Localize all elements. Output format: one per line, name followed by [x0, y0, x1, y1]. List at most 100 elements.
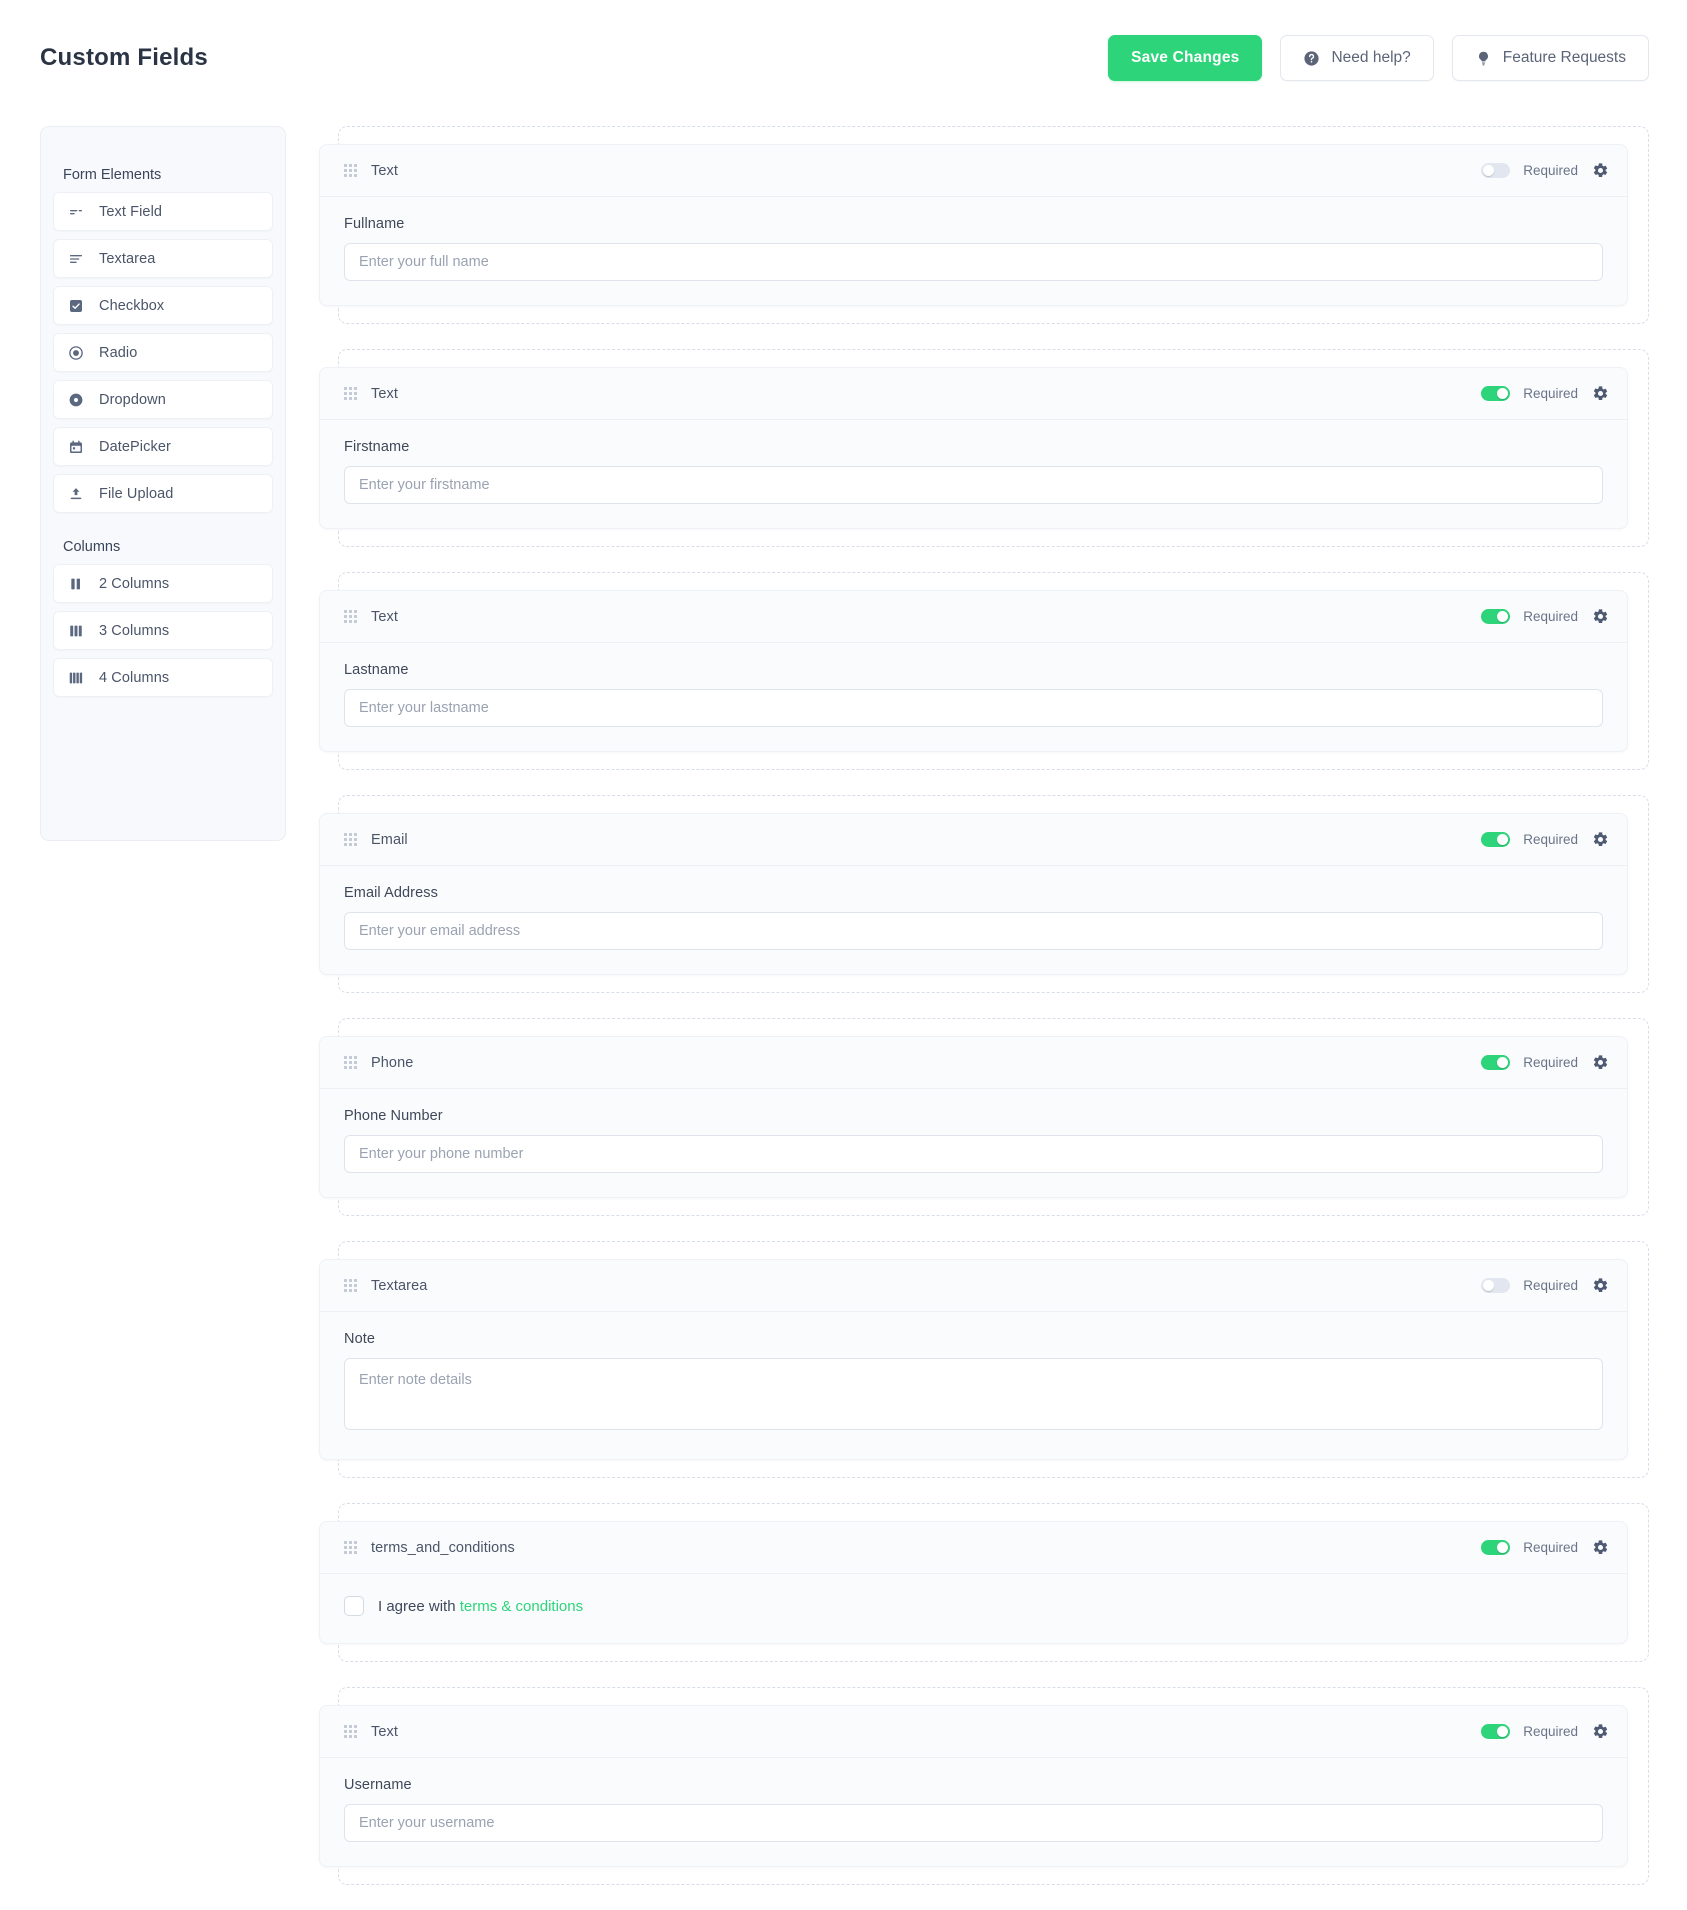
field-type-label: Phone — [371, 1054, 414, 1071]
palette-item-label: Text Field — [99, 203, 163, 220]
field-card: Text Required Fullname — [319, 144, 1628, 306]
field-wrapper-5[interactable]: Textarea Required Note — [319, 1241, 1649, 1478]
field-card: Phone Required Phone Number — [319, 1036, 1628, 1198]
four-columns-icon — [68, 670, 84, 686]
field-card: Text Required Username — [319, 1705, 1628, 1867]
drag-handle-icon[interactable] — [344, 164, 357, 177]
field-input[interactable] — [344, 466, 1603, 504]
field-card-body: Fullname — [320, 197, 1627, 305]
field-type-label: Email — [371, 831, 408, 848]
form-elements-sidebar: Form Elements Text Field Textarea Checkb… — [40, 126, 286, 841]
calendar-icon — [68, 439, 84, 455]
checkbox-icon — [68, 298, 84, 314]
required-toggle[interactable] — [1481, 1278, 1511, 1293]
field-card: Email Required Email Address — [319, 813, 1628, 975]
lightbulb-icon — [1475, 50, 1492, 67]
gear-icon[interactable] — [1591, 1054, 1609, 1072]
field-wrapper-7[interactable]: Text Required Username — [319, 1687, 1649, 1885]
field-card-header: Text Required — [320, 368, 1627, 420]
field-label: Username — [344, 1777, 412, 1793]
palette-item-checkbox[interactable]: Checkbox — [53, 286, 273, 325]
gear-icon[interactable] — [1591, 1277, 1609, 1295]
field-input[interactable] — [344, 1135, 1603, 1173]
dropdown-icon — [68, 392, 84, 408]
need-help-button[interactable]: Need help? — [1280, 35, 1434, 81]
palette-item-3-columns[interactable]: 3 Columns — [53, 611, 273, 650]
required-toggle[interactable] — [1481, 386, 1511, 401]
field-wrapper-2[interactable]: Text Required Lastname — [319, 572, 1649, 770]
form-canvas: Text Required Fullname Enter your full n… — [319, 126, 1649, 1910]
palette-item-2-columns[interactable]: 2 Columns — [53, 564, 273, 603]
field-card-header: Text Required — [320, 591, 1627, 643]
feature-requests-button[interactable]: Feature Requests — [1451, 35, 1649, 81]
drag-handle-icon[interactable] — [344, 1541, 357, 1554]
field-input[interactable] — [344, 243, 1603, 281]
field-wrapper-6[interactable]: terms_and_conditions Required I agree wi… — [319, 1503, 1649, 1662]
field-wrapper-3[interactable]: Email Required Email Address — [319, 795, 1649, 993]
palette-item-label: Checkbox — [99, 297, 165, 314]
gear-icon[interactable] — [1591, 162, 1609, 180]
field-card-header: Text Required — [320, 145, 1627, 197]
terms-checkbox[interactable] — [344, 1596, 364, 1616]
drag-handle-icon[interactable] — [344, 1056, 357, 1069]
terms-checkbox-label: I agree with terms & conditions — [378, 1598, 583, 1615]
required-toggle[interactable] — [1481, 832, 1511, 847]
field-wrapper-4[interactable]: Phone Required Phone Number — [319, 1018, 1649, 1216]
three-columns-icon — [68, 623, 84, 639]
gear-icon[interactable] — [1591, 1539, 1609, 1557]
drag-handle-icon[interactable] — [344, 610, 357, 623]
palette-item-4-columns[interactable]: 4 Columns — [53, 658, 273, 697]
save-changes-label: Save Changes — [1131, 49, 1240, 66]
required-toggle[interactable] — [1481, 609, 1511, 624]
palette-item-dropdown[interactable]: Dropdown — [53, 380, 273, 419]
feature-requests-label: Feature Requests — [1502, 49, 1626, 66]
field-type-label: Text — [371, 608, 398, 625]
field-textarea[interactable] — [344, 1358, 1603, 1430]
field-input[interactable] — [344, 1804, 1603, 1842]
gear-icon[interactable] — [1591, 385, 1609, 403]
field-label: Phone Number — [344, 1108, 443, 1124]
required-toggle[interactable] — [1481, 1724, 1511, 1739]
palette-item-radio[interactable]: Radio — [53, 333, 273, 372]
field-card: Textarea Required Note — [319, 1259, 1628, 1460]
required-label: Required — [1523, 1278, 1578, 1293]
field-input[interactable] — [344, 912, 1603, 950]
page-header: Custom Fields Save Changes Need help? Fe… — [0, 0, 1687, 94]
field-label: Email Address — [344, 885, 438, 901]
palette-item-datepicker[interactable]: DatePicker — [53, 427, 273, 466]
field-card-body: Email Address — [320, 866, 1627, 974]
terms-and-conditions-link[interactable]: terms & conditions — [460, 1598, 583, 1615]
gear-icon[interactable] — [1591, 1723, 1609, 1741]
field-wrapper-0[interactable]: Text Required Fullname — [319, 126, 1649, 324]
terms-text: I agree with — [378, 1597, 460, 1615]
required-toggle[interactable] — [1481, 1055, 1511, 1070]
palette-item-text-field[interactable]: Text Field — [53, 192, 273, 231]
save-changes-button[interactable]: Save Changes — [1108, 35, 1263, 81]
gear-icon[interactable] — [1591, 831, 1609, 849]
palette-item-textarea[interactable]: Textarea — [53, 239, 273, 278]
required-toggle[interactable] — [1481, 1540, 1511, 1555]
field-label: Note — [344, 1331, 376, 1347]
need-help-label: Need help? — [1331, 49, 1411, 66]
drag-handle-icon[interactable] — [344, 1725, 357, 1738]
required-label: Required — [1523, 386, 1578, 401]
page-title: Custom Fields — [40, 44, 208, 71]
drag-handle-icon[interactable] — [344, 833, 357, 846]
field-input[interactable] — [344, 689, 1603, 727]
field-card-body: Username — [320, 1758, 1627, 1866]
sidebar-section-title-columns: Columns — [63, 539, 121, 555]
terms-checkbox-row: I agree with terms & conditions — [344, 1593, 1603, 1619]
required-toggle[interactable] — [1481, 163, 1511, 178]
required-label: Required — [1523, 1055, 1578, 1070]
required-label: Required — [1523, 832, 1578, 847]
drag-handle-icon[interactable] — [344, 387, 357, 400]
field-card-body: I agree with terms & conditions — [320, 1574, 1627, 1643]
gear-icon[interactable] — [1591, 608, 1609, 626]
field-type-label: Textarea — [371, 1277, 428, 1294]
field-card-header: terms_and_conditions Required — [320, 1522, 1627, 1574]
drag-handle-icon[interactable] — [344, 1279, 357, 1292]
field-wrapper-1[interactable]: Text Required Firstname — [319, 349, 1649, 547]
palette-item-file-upload[interactable]: File Upload — [53, 474, 273, 513]
required-label: Required — [1523, 1724, 1578, 1739]
two-columns-icon — [68, 576, 84, 592]
